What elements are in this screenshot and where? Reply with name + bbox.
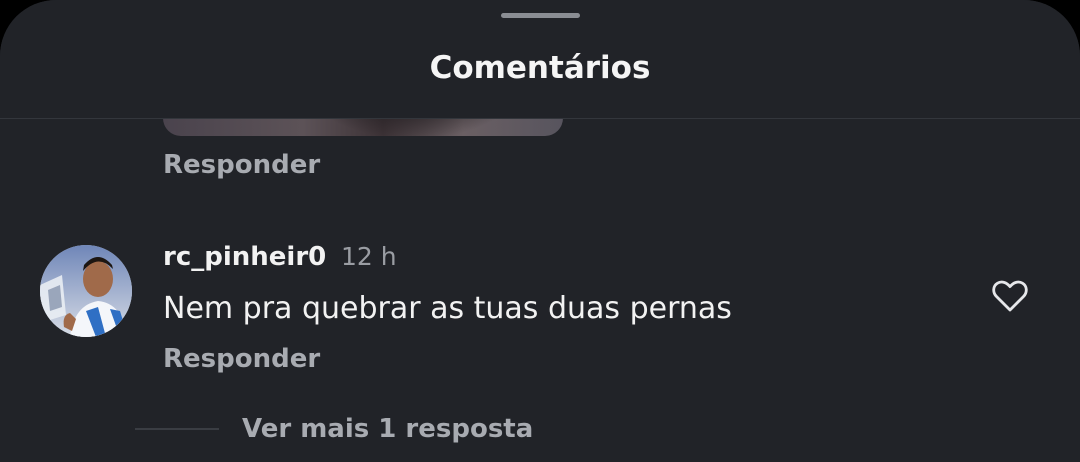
view-more-replies-button[interactable]: Ver mais 1 resposta: [242, 411, 533, 447]
comment-text: Nem pra quebrar as tuas duas pernas: [163, 291, 732, 326]
header-divider: [0, 118, 1080, 119]
previous-comment-reply-button[interactable]: Responder: [163, 149, 320, 181]
heart-outline-icon: [992, 280, 1028, 312]
avatar[interactable]: [40, 245, 132, 337]
like-button[interactable]: [988, 274, 1032, 318]
comment-reply-button[interactable]: Responder: [163, 343, 320, 375]
comment-timestamp: 12 h: [341, 242, 397, 271]
user-avatar-icon: [40, 245, 132, 337]
comments-sheet: Comentários Responder rc_pinheir0 12 h N…: [0, 0, 1080, 462]
drag-handle[interactable]: [501, 13, 580, 18]
comment-username[interactable]: rc_pinheir0: [163, 239, 326, 275]
replies-divider-line: [135, 428, 219, 430]
sheet-title: Comentários: [429, 50, 651, 86]
